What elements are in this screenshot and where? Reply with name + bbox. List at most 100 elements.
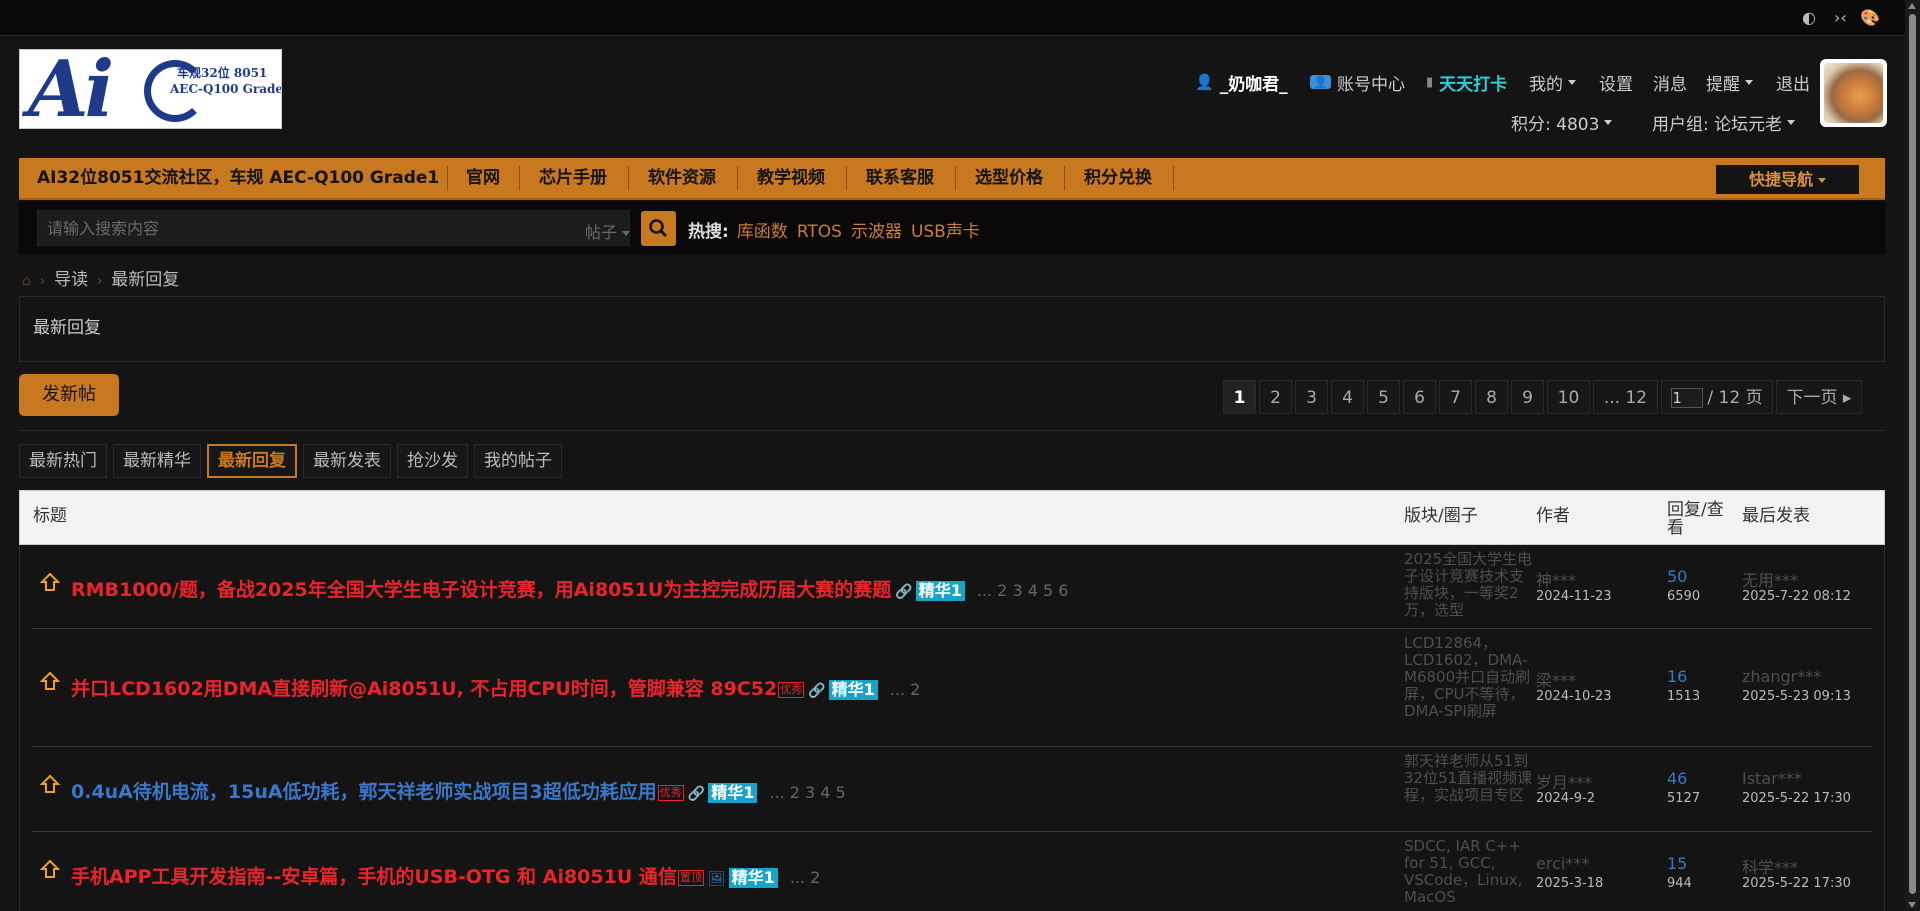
nav-item-datasheet[interactable]: 芯片手册 (539, 158, 607, 198)
thread-title-link[interactable]: 手机APP工具开发指南--安卓篇，手机的USB-OTG 和 Ai8051U 通信… (71, 862, 820, 889)
excellent-badge: 优秀 (657, 784, 684, 801)
thread-title-link[interactable]: 并口LCD1602用DMA直接刷新@Ai8051U, 不占用CPU时间，管脚兼容… (71, 674, 920, 701)
hot-keyword[interactable]: 库函数 (737, 222, 788, 242)
reply-count[interactable]: 46 (1667, 769, 1687, 788)
checkin-link[interactable]: ▮ 天天打卡 (1426, 70, 1507, 95)
quick-nav-button[interactable]: 快捷导航 (1716, 165, 1859, 194)
forum-link[interactable]: 郭天祥老师从51到32位51直播视频课程，实战项目专区 (1404, 753, 1534, 827)
account-center-link[interactable]: 👤 账号中心 (1310, 70, 1405, 95)
nav-item-support[interactable]: 联系客服 (866, 158, 934, 198)
chevron-right-icon: ▸ (1842, 388, 1852, 408)
page-link[interactable]: 4 (1331, 380, 1364, 414)
search-button[interactable] (641, 211, 676, 246)
search-bar: 帖子 热搜: 库函数 RTOS 示波器 USB声卡 (19, 201, 1885, 255)
points-menu[interactable]: 积分: 4803 (1511, 110, 1613, 135)
chevron-right-icon: › (39, 274, 46, 289)
scrollbar-thumb[interactable] (1909, 14, 1916, 894)
forum-link[interactable]: LCD12864，LCD1602，DMA-M6800并口自动刷屏，CPU不等待，… (1404, 635, 1534, 741)
palette-icon[interactable]: 🎨 (1860, 8, 1880, 27)
reply-count[interactable]: 50 (1667, 567, 1687, 586)
tab-my-posts[interactable]: 我的帖子 (474, 444, 562, 478)
nav-item-official[interactable]: 官网 (466, 158, 500, 198)
usergroup-menu[interactable]: 用户组: 论坛元老 (1652, 110, 1796, 135)
search-type-select[interactable]: 帖子 (585, 219, 631, 243)
nav-item-software[interactable]: 软件资源 (648, 158, 716, 198)
thread-pages[interactable]: ... 2 (890, 680, 921, 699)
last-post-time[interactable]: 2025-5-22 17:30 (1742, 876, 1851, 891)
last-poster-link[interactable]: 无用*** (1742, 567, 1798, 591)
next-page-button[interactable]: 下一页 ▸ (1776, 380, 1862, 414)
hot-keyword[interactable]: 示波器 (851, 222, 902, 242)
page-link[interactable]: 5 (1367, 380, 1400, 414)
nav-item-pricing[interactable]: 选型价格 (975, 158, 1043, 198)
avatar-image (1824, 63, 1883, 123)
tab-latest-post[interactable]: 最新发表 (303, 444, 391, 478)
tab-latest-reply[interactable]: 最新回复 (207, 444, 297, 478)
col-forum: 版块/圈子 (1404, 506, 1478, 526)
page-jump-input[interactable] (1671, 388, 1704, 408)
collapse-icon[interactable]: ›‹ (1834, 8, 1847, 27)
new-post-button[interactable]: 发新帖 (19, 374, 119, 416)
breadcrumb-item[interactable]: 最新回复 (111, 270, 179, 290)
page-link[interactable]: 8 (1475, 380, 1508, 414)
home-icon[interactable]: ⌂ (22, 273, 31, 289)
page-link[interactable]: 6 (1403, 380, 1436, 414)
scroll-up-icon[interactable] (1908, 3, 1916, 9)
nav-item-points-shop[interactable]: 积分兑换 (1084, 158, 1152, 198)
page-scrollbar[interactable] (1905, 0, 1920, 911)
messages-link[interactable]: 消息 (1653, 70, 1687, 95)
thread-title-link[interactable]: RMB1000/题，备战2025年全国大学生电子设计竞赛，用Ai8051U为主控… (71, 575, 1068, 602)
nav-item-community[interactable]: AI32位8051交流社区，车规 AEC-Q100 Grade1 (37, 158, 439, 198)
last-poster-link[interactable]: 科学*** (1742, 854, 1798, 878)
top-bar: ◐ ›‹ 🎨 (0, 0, 1920, 36)
page-link[interactable]: 2 (1259, 380, 1292, 414)
reply-count[interactable]: 16 (1667, 667, 1687, 686)
tab-hot[interactable]: 最新热门 (19, 444, 107, 478)
tab-sofa[interactable]: 抢沙发 (397, 444, 468, 478)
page-link[interactable]: 7 (1439, 380, 1472, 414)
page-link[interactable]: 3 (1295, 380, 1328, 414)
site-logo[interactable]: Ai 车规32位 8051 AEC-Q100 Grade1 (19, 49, 282, 129)
nav-item-videos[interactable]: 教学视频 (757, 158, 825, 198)
thread-pages[interactable]: ... 2 (790, 868, 821, 887)
digest-badge: 精华1 (708, 782, 758, 803)
settings-link[interactable]: 设置 (1599, 70, 1633, 95)
hot-keyword[interactable]: USB声卡 (911, 222, 980, 242)
last-post-time[interactable]: 2025-7-22 08:12 (1742, 589, 1851, 604)
last-post-time[interactable]: 2025-5-22 17:30 (1742, 791, 1851, 806)
last-poster-link[interactable]: zhangr*** (1742, 667, 1821, 686)
forum-link[interactable]: 2025全国大学生电子设计竞赛技术支持版块，一等奖2万，选型 (1404, 551, 1534, 623)
thread-pages[interactable]: ... 2 3 4 5 6 (977, 581, 1069, 600)
mine-menu[interactable]: 我的 (1529, 70, 1576, 95)
col-title: 标题 (33, 506, 67, 526)
alerts-menu[interactable]: 提醒 (1706, 70, 1753, 95)
author-link[interactable]: 梁*** (1536, 667, 1576, 691)
reply-count[interactable]: 15 (1667, 854, 1687, 873)
tab-digest[interactable]: 最新精华 (113, 444, 201, 478)
page-link[interactable]: 1 (1223, 380, 1256, 414)
forum-link[interactable]: SDCC, IAR C++ for 51, GCC, VSCode，Linux,… (1404, 838, 1534, 911)
author-link[interactable]: 神*** (1536, 567, 1576, 591)
nav-divider (447, 166, 448, 190)
last-poster-link[interactable]: Istar*** (1742, 769, 1802, 788)
search-input[interactable] (38, 211, 558, 245)
thread-tabs: 最新热门 最新精华 最新回复 最新发表 抢沙发 我的帖子 (19, 444, 568, 478)
page-link[interactable]: ... 12 (1593, 380, 1658, 414)
author-link[interactable]: erci*** (1536, 854, 1589, 873)
author-link[interactable]: 岁月*** (1536, 769, 1592, 793)
user-name-link[interactable]: 👤 _奶咖君_ (1195, 70, 1288, 95)
hot-keyword[interactable]: RTOS (797, 222, 842, 242)
logout-link[interactable]: 退出 (1776, 70, 1810, 95)
thread-title-link[interactable]: 0.4uA待机电流，15uA低功耗，郭天祥老师实战项目3超低功耗应用 优秀 🔗 精华1… (71, 777, 846, 804)
breadcrumb-item[interactable]: 导读 (54, 270, 88, 290)
main-nav: AI32位8051交流社区，车规 AEC-Q100 Grade1 官网 芯片手册… (19, 158, 1885, 200)
breadcrumb: ⌂ › 导读 › 最新回复 (22, 265, 179, 290)
thread-pages[interactable]: ... 2 3 4 5 (769, 783, 845, 802)
page-link[interactable]: 10 (1547, 380, 1590, 414)
scroll-down-icon[interactable] (1908, 902, 1916, 908)
last-post-time[interactable]: 2025-5-23 09:13 (1742, 689, 1851, 704)
avatar[interactable] (1820, 59, 1887, 127)
contrast-icon[interactable]: ◐ (1802, 8, 1816, 27)
attachment-icon: 🔗 (808, 683, 826, 699)
page-link[interactable]: 9 (1511, 380, 1544, 414)
